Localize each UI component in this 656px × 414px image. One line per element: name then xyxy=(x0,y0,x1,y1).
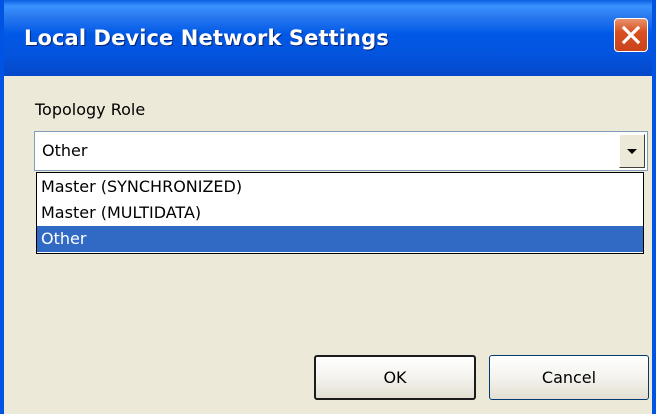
ok-button[interactable]: OK xyxy=(314,355,476,400)
chevron-down-icon xyxy=(627,149,637,154)
close-icon xyxy=(621,25,641,45)
topology-role-options-list: Master (SYNCHRONIZED) Master (MULTIDATA)… xyxy=(36,172,644,254)
title-bar[interactable]: Local Device Network Settings xyxy=(4,0,652,76)
close-button[interactable] xyxy=(614,18,648,52)
dialog-window: Local Device Network Settings Topology R… xyxy=(0,0,656,414)
dropdown-toggle-button[interactable] xyxy=(619,134,645,168)
topology-role-label: Topology Role xyxy=(35,100,146,119)
option-master-multidata[interactable]: Master (MULTIDATA) xyxy=(37,200,643,226)
option-master-synchronized[interactable]: Master (SYNCHRONIZED) xyxy=(37,174,643,200)
cancel-button[interactable]: Cancel xyxy=(489,355,649,400)
option-other[interactable]: Other xyxy=(37,226,643,252)
topology-role-selected-value: Other xyxy=(42,141,88,160)
topology-role-select[interactable]: Other xyxy=(34,131,648,171)
window-title: Local Device Network Settings xyxy=(24,26,389,50)
